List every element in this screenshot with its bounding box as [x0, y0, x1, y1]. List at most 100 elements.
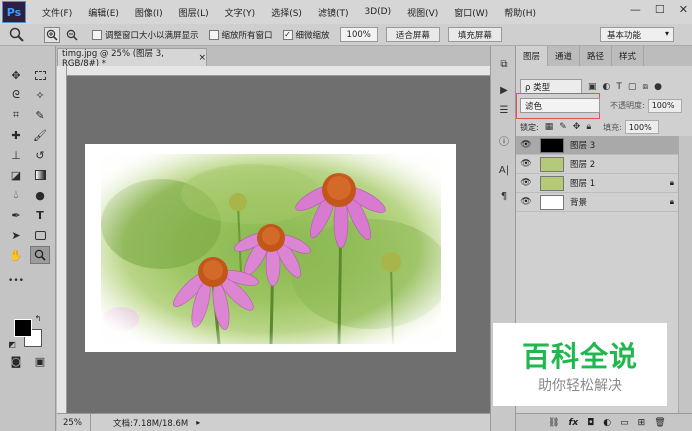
- zoom-all-windows-checkbox[interactable]: [208, 29, 219, 40]
- quick-mask-icon[interactable]: ◙: [6, 352, 26, 370]
- history-brush-tool-icon[interactable]: ↺: [30, 146, 50, 164]
- status-arrow-icon[interactable]: ▸: [196, 418, 200, 427]
- eye-icon[interactable]: 👁︎: [516, 140, 536, 150]
- menu-edit[interactable]: 编辑(E): [88, 6, 119, 19]
- menu-image[interactable]: 图像(I): [135, 6, 163, 19]
- fill-field[interactable]: 100%: [624, 120, 659, 134]
- lock-all-icon[interactable]: 🔒︎: [586, 122, 591, 132]
- marquee-tool-icon[interactable]: [30, 66, 50, 84]
- pen-tool-icon[interactable]: ✒: [6, 206, 26, 224]
- new-layer-icon[interactable]: ⊞: [638, 418, 646, 428]
- tab-layers[interactable]: 图层: [516, 46, 549, 66]
- filter-smart-object-icon[interactable]: ⧈: [642, 82, 648, 92]
- menu-view[interactable]: 视图(V): [407, 6, 438, 19]
- eye-icon[interactable]: 👁︎: [516, 159, 536, 169]
- eyedropper-tool-icon[interactable]: ✎: [30, 106, 50, 124]
- blur-tool-icon[interactable]: 💧︎: [6, 186, 26, 204]
- path-selection-tool-icon[interactable]: ➤: [6, 226, 26, 244]
- workspace-select[interactable]: 基本功能 ▾: [600, 27, 674, 42]
- dodge-tool-icon[interactable]: ●: [30, 186, 50, 204]
- fit-screen-button[interactable]: 适合屏幕: [385, 27, 440, 42]
- layer-row[interactable]: 👁︎ 图层 2: [516, 155, 678, 174]
- zoom-value-field[interactable]: 100%: [339, 27, 378, 42]
- layer-filter-label: ρ 类型: [525, 82, 551, 93]
- fill-screen-button[interactable]: 填充屏幕: [447, 27, 502, 42]
- eye-icon[interactable]: 👁︎: [516, 178, 536, 188]
- menu-help[interactable]: 帮助(H): [504, 6, 536, 19]
- document-canvas[interactable]: [85, 144, 456, 352]
- gradient-tool-icon[interactable]: [30, 166, 50, 184]
- move-tool-icon[interactable]: ✥: [6, 66, 26, 84]
- foreground-color-swatch[interactable]: [14, 319, 32, 337]
- menu-type[interactable]: 文字(Y): [225, 6, 256, 19]
- screen-mode-icon[interactable]: ▣: [30, 352, 50, 370]
- canvas-area[interactable]: [67, 76, 490, 413]
- zoom-tool-icon[interactable]: [30, 246, 50, 264]
- healing-brush-tool-icon[interactable]: ✚: [6, 126, 26, 144]
- hand-tool-icon[interactable]: ✋: [6, 246, 26, 264]
- menu-select[interactable]: 选择(S): [271, 6, 302, 19]
- paragraph-panel-icon[interactable]: ¶: [496, 188, 512, 204]
- photoshop-logo: Ps: [2, 1, 26, 23]
- document-tab[interactable]: timg.jpg @ 25% (图层 3, RGB/8#) * ×: [57, 48, 207, 69]
- magic-wand-tool-icon[interactable]: ✧: [30, 86, 50, 104]
- swap-colors-icon[interactable]: ↰: [32, 312, 44, 324]
- shape-tool-icon[interactable]: [30, 226, 50, 244]
- opacity-field[interactable]: 100%: [647, 98, 682, 113]
- coneflower-image: [101, 154, 441, 344]
- eraser-tool-icon[interactable]: ◪: [6, 166, 26, 184]
- zoom-tool-preset-icon[interactable]: [4, 27, 30, 43]
- maximize-button[interactable]: ☐: [655, 3, 665, 16]
- resize-windows-checkbox[interactable]: [92, 29, 102, 40]
- crop-tool-icon[interactable]: ⌗: [6, 106, 26, 124]
- blend-mode-select[interactable]: 滤色: [520, 98, 600, 113]
- filter-pixel-icon[interactable]: ▣: [588, 82, 597, 92]
- close-window-button[interactable]: ✕: [679, 3, 688, 16]
- brush-tool-icon[interactable]: 🖌︎: [30, 126, 50, 144]
- type-tool-icon[interactable]: T: [30, 206, 50, 224]
- minimize-button[interactable]: —: [630, 3, 641, 16]
- tab-styles[interactable]: 样式: [612, 46, 645, 66]
- more-tools-icon[interactable]: •••: [6, 272, 26, 290]
- scrubby-zoom-checkbox[interactable]: ✓: [282, 29, 293, 40]
- zoom-out-icon[interactable]: [64, 27, 80, 43]
- layer-row[interactable]: 👁︎ 背景 🔒︎: [516, 193, 678, 212]
- panel-tabs: 图层 通道 路径 样式: [516, 46, 692, 66]
- mask-icon[interactable]: ◘: [587, 418, 594, 428]
- filter-shape-icon[interactable]: ▢: [628, 82, 637, 92]
- layer-filter-select[interactable]: ρ 类型: [520, 79, 582, 94]
- layer-row[interactable]: 👁︎ 图层 1 🔒︎: [516, 174, 678, 193]
- filter-toggle-icon[interactable]: ●: [654, 82, 662, 92]
- link-icon[interactable]: ⛓︎: [548, 418, 559, 428]
- default-colors-icon[interactable]: ◩: [6, 338, 18, 350]
- trash-icon[interactable]: 🗑︎: [654, 418, 665, 428]
- clone-stamp-tool-icon[interactable]: ⊥: [6, 146, 26, 164]
- tab-paths[interactable]: 路径: [580, 46, 613, 66]
- lock-position-icon[interactable]: ✥: [573, 122, 581, 132]
- folder-icon[interactable]: ▭: [620, 418, 629, 428]
- play-actions-icon[interactable]: ▶: [496, 82, 512, 98]
- history-panel-icon[interactable]: ⧉: [496, 56, 512, 72]
- character-panel-icon[interactable]: A|: [496, 162, 512, 178]
- menu-file[interactable]: 文件(F): [42, 6, 72, 19]
- tab-channels[interactable]: 通道: [548, 46, 581, 66]
- menu-filter[interactable]: 滤镜(T): [318, 6, 349, 19]
- filter-type-icon[interactable]: T: [616, 82, 622, 92]
- close-icon[interactable]: ×: [198, 53, 206, 63]
- properties-panel-icon[interactable]: ☰: [496, 102, 512, 118]
- zoom-in-icon[interactable]: [44, 26, 60, 43]
- adjustment-icon[interactable]: ◐: [603, 418, 611, 428]
- eye-icon[interactable]: 👁︎: [516, 197, 536, 207]
- fx-icon[interactable]: fx: [568, 418, 578, 428]
- menu-3d[interactable]: 3D(D): [364, 7, 391, 17]
- info-panel-icon[interactable]: ⓘ: [496, 132, 512, 148]
- lock-image-icon[interactable]: ✎: [559, 122, 567, 132]
- menu-window[interactable]: 窗口(W): [454, 6, 488, 19]
- lock-transparent-icon[interactable]: ▦: [545, 122, 554, 132]
- layers-scrollbar[interactable]: [678, 136, 692, 414]
- menu-layer[interactable]: 图层(L): [179, 6, 209, 19]
- filter-adjustment-icon[interactable]: ◐: [603, 82, 611, 92]
- layer-row[interactable]: 👁︎ 图层 3: [516, 136, 678, 155]
- lasso-tool-icon[interactable]: ᘓ: [6, 86, 26, 104]
- status-zoom[interactable]: 25%: [57, 414, 91, 431]
